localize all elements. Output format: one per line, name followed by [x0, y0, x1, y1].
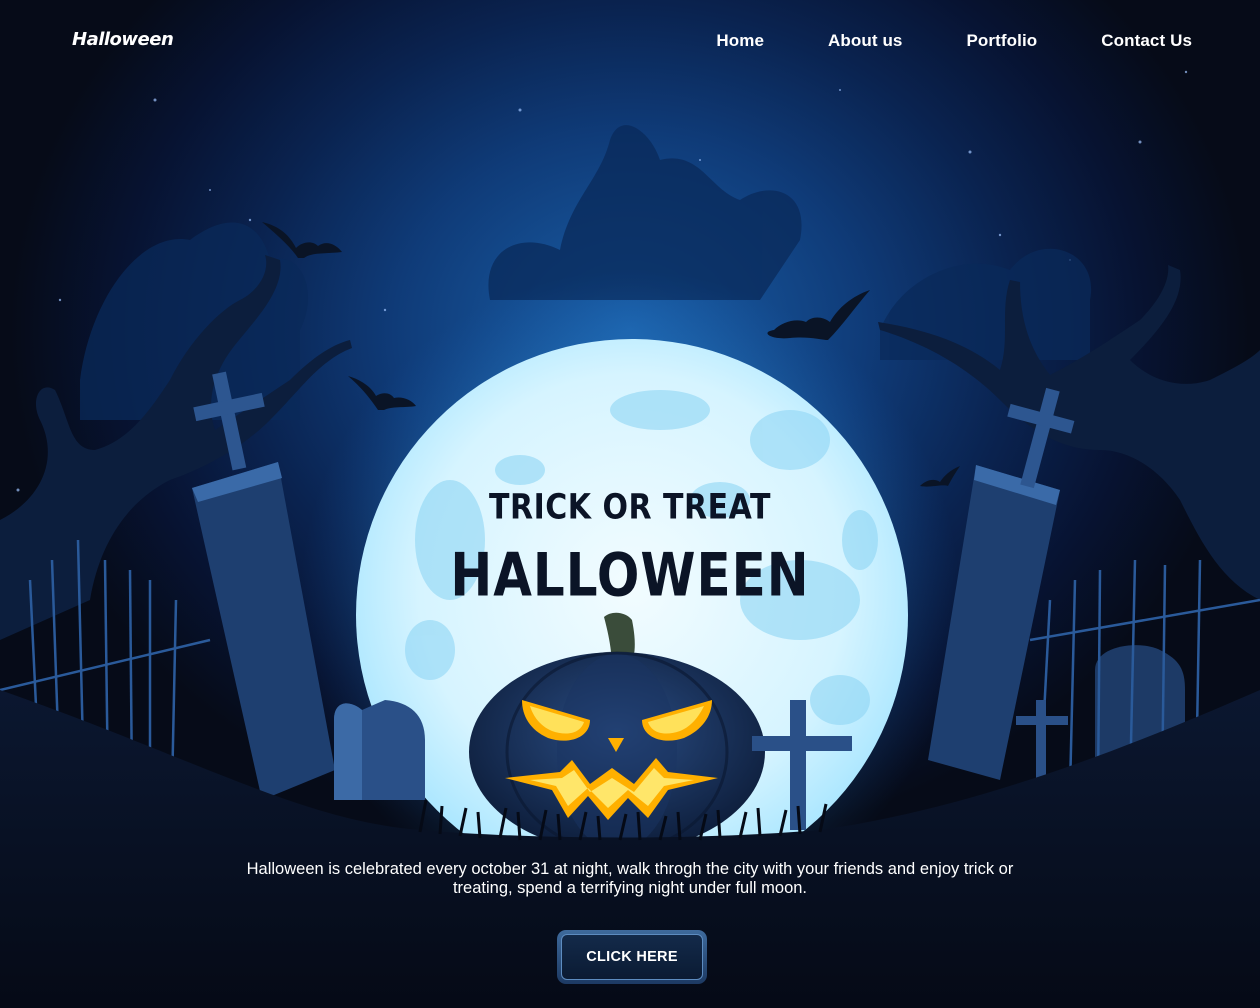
brand-logo[interactable]: Halloween — [72, 29, 174, 50]
cross-small-icon — [1016, 700, 1068, 780]
tombstone-left-small — [334, 700, 425, 800]
main-nav: Home About us Portfolio Contact Us — [652, 31, 1192, 51]
hero-title: HALLOWEEN — [450, 540, 810, 610]
nav-item-about-us[interactable]: About us — [828, 31, 902, 51]
hero-description: Halloween is celebrated every october 31… — [246, 860, 1014, 897]
hero-tagline: TRICK OR TREAT — [489, 487, 771, 528]
nav-item-home[interactable]: Home — [716, 31, 764, 51]
click-here-button-label: CLICK HERE — [561, 934, 703, 980]
click-here-button[interactable]: CLICK HERE — [557, 930, 707, 984]
nav-item-contact-us[interactable]: Contact Us — [1101, 31, 1192, 51]
nav-item-portfolio[interactable]: Portfolio — [966, 31, 1037, 51]
